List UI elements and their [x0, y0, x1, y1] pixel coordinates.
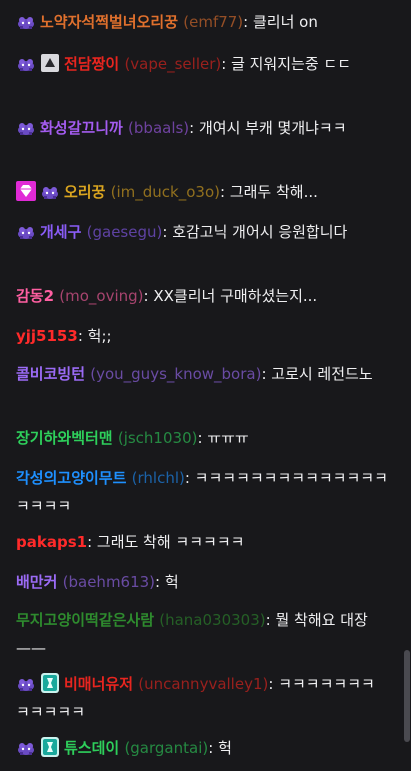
- purple-creature-icon[interactable]: [16, 221, 36, 241]
- chat-username[interactable]: 콜비코빙턴 (you_guys_know_bora): [16, 365, 261, 383]
- chat-message-text: 헉: [164, 573, 179, 591]
- chat-separator: :: [197, 429, 208, 447]
- chat-login-id[interactable]: (gaesegu): [87, 223, 163, 241]
- chat-message: 화성갈끄니까 (bbaals): 개여시 부캐 몇개냐ㅋㅋ: [16, 114, 388, 142]
- chat-message-text: 글 지워지는중 ㄷㄷ: [231, 55, 351, 73]
- chat-message: 비매너유저 (uncannyvalley1): ㅋㅋㅋㅋㅋㅋㅋㅋㅋㅋㅋㅋ: [16, 670, 388, 726]
- chat-message-text: 헉: [218, 739, 232, 757]
- chat-separator: :: [219, 183, 230, 201]
- chat-message: 장기하와벡터맨 (jsch1030): ㅠㅠㅠ: [16, 424, 388, 452]
- chat-message-text: ㅠㅠㅠ: [207, 429, 249, 447]
- chat-separator: :: [87, 533, 97, 551]
- chat-login-id[interactable]: (hana030303): [159, 611, 265, 629]
- chat-message: 콜비코빙턴 (you_guys_know_bora): 고로시 레전드노: [16, 360, 388, 388]
- chat-message: yjj5153: 헉;;: [16, 322, 388, 350]
- chat-username[interactable]: 장기하와벡터맨 (jsch1030): [16, 429, 197, 447]
- purple-creature-icon[interactable]: [16, 53, 36, 73]
- chat-username[interactable]: yjj5153: [16, 327, 78, 345]
- chat-username[interactable]: 오리꿍 (im_duck_o3o): [64, 183, 220, 201]
- chat-login-id[interactable]: (vape_seller): [124, 55, 221, 73]
- purple-creature-icon[interactable]: [16, 11, 36, 31]
- chat-separator: :: [184, 469, 195, 487]
- chat-login-id[interactable]: (jsch1030): [118, 429, 198, 447]
- chat-message: 감동2 (mo_oving): XX클리너 구매하셨는지...: [16, 282, 388, 310]
- chat-separator: :: [143, 287, 154, 305]
- chat-separator: :: [261, 365, 272, 383]
- chat-message-text: 헉;;: [87, 327, 112, 345]
- chat-login-id[interactable]: (rhlchl): [132, 469, 185, 487]
- chat-username[interactable]: 화성갈끄니까 (bbaals): [40, 119, 189, 137]
- chat-login-id[interactable]: (bbaals): [128, 119, 189, 137]
- teal-sub-icon[interactable]: [40, 672, 60, 693]
- chat-separator: :: [265, 611, 276, 629]
- chat-separator: :: [208, 739, 219, 757]
- chat-username[interactable]: 배만커 (baehm613): [16, 573, 155, 591]
- chat-message-text: 개여시 부캐 몇개냐ㅋㅋ: [199, 119, 347, 137]
- chat-message: 전담짱이 (vape_seller): 글 지워지는중 ㄷㄷ: [16, 50, 388, 78]
- purple-creature-icon[interactable]: [16, 737, 36, 757]
- chat-username[interactable]: 튜스데이 (gargantai): [64, 739, 208, 757]
- chat-separator: :: [243, 13, 253, 31]
- chat-message: 노약자석쩍벌녀오리꿍 (emf77): 클리너 on: [16, 8, 388, 36]
- chat-username[interactable]: 비매너유저 (uncannyvalley1): [64, 675, 268, 693]
- chat-login-id[interactable]: (uncannyvalley1): [138, 675, 268, 693]
- chat-separator: :: [162, 223, 173, 241]
- chat-username[interactable]: 전담짱이 (vape_seller): [64, 55, 221, 73]
- chat-separator: :: [189, 119, 199, 137]
- chat-message: 각성의고양이무트 (rhlchl): ㅋㅋㅋㅋㅋㅋㅋㅋㅋㅋㅋㅋㅋㅋㅋㅋㅋㅋ: [16, 464, 388, 520]
- purple-creature-icon[interactable]: [40, 181, 60, 201]
- chat-username[interactable]: 노약자석쩍벌녀오리꿍 (emf77): [40, 13, 243, 31]
- chat-username[interactable]: 감동2 (mo_oving): [16, 287, 144, 305]
- chat-login-id[interactable]: (im_duck_o3o): [111, 183, 220, 201]
- chat-username[interactable]: 각성의고양이무트 (rhlchl): [16, 469, 185, 487]
- chat-login-id[interactable]: (baehm613): [63, 573, 155, 591]
- chat-separator: :: [221, 55, 232, 73]
- chat-message: 배만커 (baehm613): 헉: [16, 568, 388, 596]
- chat-username[interactable]: 개세구 (gaesegu): [40, 223, 162, 241]
- purple-creature-icon[interactable]: [16, 117, 36, 137]
- chat-message: 개세구 (gaesegu): 호감고닉 개어시 응원합니다: [16, 218, 388, 246]
- chat-login-id[interactable]: (emf77): [183, 13, 243, 31]
- chat-message: 오리꿍 (im_duck_o3o): 그래두 착해...: [16, 178, 388, 206]
- teal-sub-icon[interactable]: [40, 736, 60, 757]
- pink-diamond-icon[interactable]: [16, 180, 36, 201]
- chat-message-text: 호감고닉 개어시 응원합니다: [172, 223, 348, 241]
- chat-message-text: XX클리너 구매하셨는지...: [153, 287, 318, 305]
- chat-separator: :: [155, 573, 165, 591]
- chat-message-text: 그래도 착해 ㅋㅋㅋㅋㅋ: [96, 533, 245, 551]
- chat-username[interactable]: pakaps1: [16, 533, 87, 551]
- chat-message: pakaps1: 그래도 착해 ㅋㅋㅋㅋㅋ: [16, 528, 388, 556]
- chat-separator: :: [77, 327, 88, 345]
- chat-separator: :: [268, 675, 279, 693]
- chat-scrollbar[interactable]: [404, 650, 410, 742]
- arrow-up-box-icon[interactable]: [40, 53, 60, 73]
- chat-message-text: 고로시 레전드노: [271, 365, 373, 383]
- chat-username[interactable]: 무지고양이떡같은사람 (hana030303): [16, 611, 266, 629]
- chat-message: 무지고양이떡같은사람 (hana030303): 뭘 착해요 대장 ——: [16, 606, 388, 662]
- chat-message-text: 클리너 on: [253, 13, 318, 31]
- chat-login-id[interactable]: (gargantai): [124, 739, 208, 757]
- purple-creature-icon[interactable]: [16, 673, 36, 693]
- chat-message-list[interactable]: 노약자석쩍벌녀오리꿍 (emf77): 클리너 on 전담짱이 (vape_sel…: [0, 0, 404, 771]
- chat-message: 튜스데이 (gargantai): 헉: [16, 734, 388, 762]
- chat-message-text: 그래두 착해...: [229, 183, 318, 201]
- chat-login-id[interactable]: (you_guys_know_bora): [90, 365, 261, 383]
- chat-login-id[interactable]: (mo_oving): [59, 287, 143, 305]
